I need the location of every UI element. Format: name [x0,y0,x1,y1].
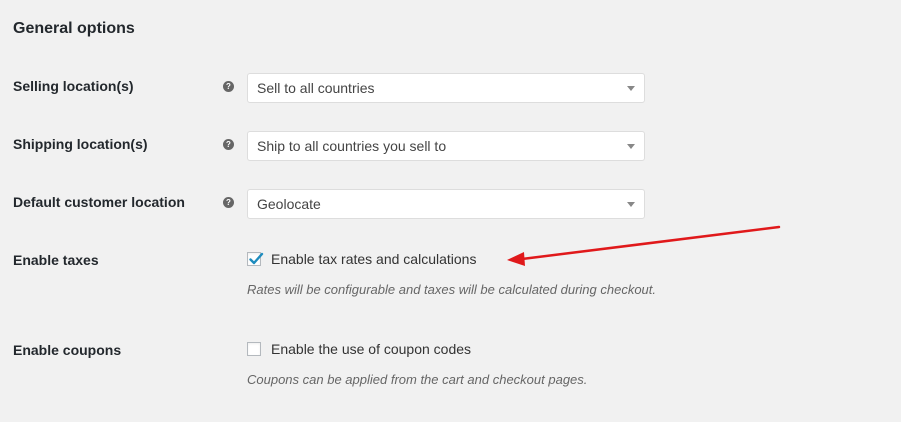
chevron-down-icon [627,86,635,91]
enable-coupons-description: Coupons can be applied from the cart and… [247,372,588,387]
checkmark-icon [249,252,264,265]
chevron-down-icon [627,144,635,149]
default-customer-location-label: Default customer location [13,194,185,210]
help-icon[interactable]: ? [223,81,234,92]
settings-page: General options Selling location(s) ? Se… [0,0,901,422]
shipping-location-label: Shipping location(s) [13,136,148,152]
chevron-down-icon [627,202,635,207]
default-customer-location-value: Geolocate [257,196,321,212]
shipping-location-value: Ship to all countries you sell to [257,138,447,154]
default-customer-location-select[interactable]: Geolocate [247,189,645,219]
shipping-location-select[interactable]: Ship to all countries you sell to [247,131,645,161]
enable-coupons-label: Enable coupons [13,342,122,358]
enable-taxes-checkbox-label[interactable]: Enable tax rates and calculations [271,249,476,269]
selling-location-value: Sell to all countries [257,80,375,96]
enable-coupons-checkbox-label[interactable]: Enable the use of coupon codes [271,339,471,359]
help-icon[interactable]: ? [223,197,234,208]
enable-taxes-description: Rates will be configurable and taxes wil… [247,282,657,297]
enable-taxes-checkbox[interactable] [247,252,264,266]
selling-location-label: Selling location(s) [13,78,134,94]
section-title: General options [13,20,135,37]
help-icon[interactable]: ? [223,139,234,150]
selling-location-select[interactable]: Sell to all countries [247,73,645,103]
enable-coupons-checkbox[interactable] [247,342,261,356]
enable-taxes-label: Enable taxes [13,252,99,268]
